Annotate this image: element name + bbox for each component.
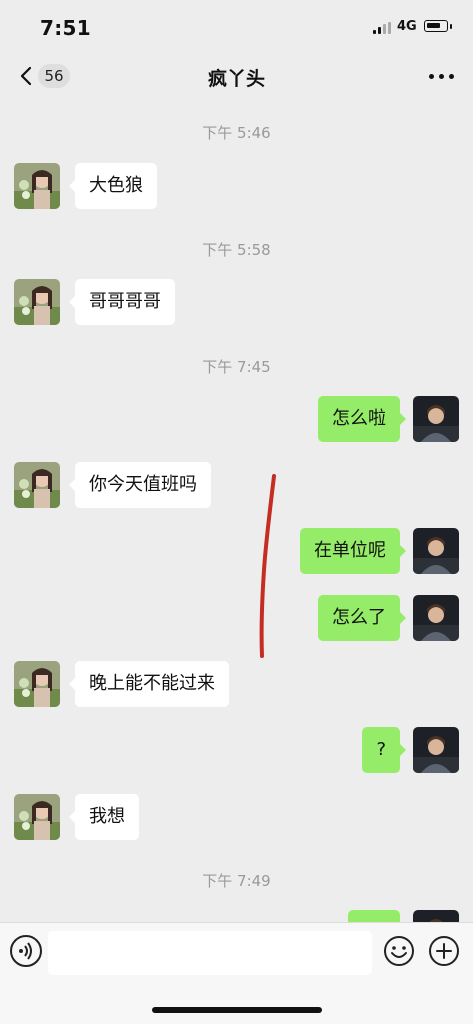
contact-avatar[interactable] [14,661,60,707]
signal-icon [373,22,393,34]
battery-icon [424,20,448,32]
message-input[interactable] [48,931,372,975]
contact-avatar[interactable] [14,279,60,325]
network-type: 4G [397,19,417,34]
message-list[interactable]: 下午 5:46 大色狼 下午 5:58 哥哥哥哥 下午 7:45 怎么啦 你今天… [0,100,473,925]
outgoing-message[interactable]: 怎么了 [318,595,406,641]
chat-screen: 7:51 4G 56 疯丫头 下午 5:46 大色狼 下午 5:58 哥哥哥哥 … [0,0,473,1024]
my-avatar[interactable] [413,528,459,574]
contact-avatar[interactable] [14,794,60,840]
home-indicator[interactable] [152,1007,322,1013]
incoming-message[interactable]: 我想 [69,794,139,840]
my-avatar[interactable] [413,727,459,773]
more-button[interactable] [425,64,459,88]
red-annotation-mark [259,474,276,658]
more-dots-icon [429,74,434,79]
timestamp: 下午 5:58 [202,241,271,259]
emoji-button[interactable] [383,935,415,967]
timestamp: 下午 7:45 [202,358,271,376]
status-time: 7:51 [40,16,91,40]
incoming-message[interactable]: 哥哥哥哥 [69,279,175,325]
incoming-message[interactable]: 你今天值班吗 [69,462,211,508]
my-avatar[interactable] [413,396,459,442]
my-avatar[interactable] [413,595,459,641]
emoji-icon [384,936,414,966]
voice-button[interactable] [10,935,42,967]
plus-button[interactable] [428,935,460,967]
battery-cap [450,24,452,29]
status-bar: 7:51 4G [0,0,473,52]
chat-title: 疯丫头 [207,68,265,90]
incoming-message[interactable]: 大色狼 [69,163,157,209]
contact-avatar[interactable] [14,462,60,508]
outgoing-message[interactable]: 在单位呢 [300,528,406,574]
plus-circle-icon [429,936,459,966]
voice-icon [19,942,32,960]
outgoing-message[interactable]: 怎么啦 [318,396,406,442]
contact-avatar[interactable] [14,163,60,209]
timestamp: 下午 7:49 [202,872,271,890]
incoming-message[interactable]: 晚上能不能过来 [69,661,229,707]
chat-header: 56 疯丫头 [0,52,473,100]
timestamp: 下午 5:46 [202,124,271,142]
outgoing-message[interactable]: ? [362,727,406,773]
